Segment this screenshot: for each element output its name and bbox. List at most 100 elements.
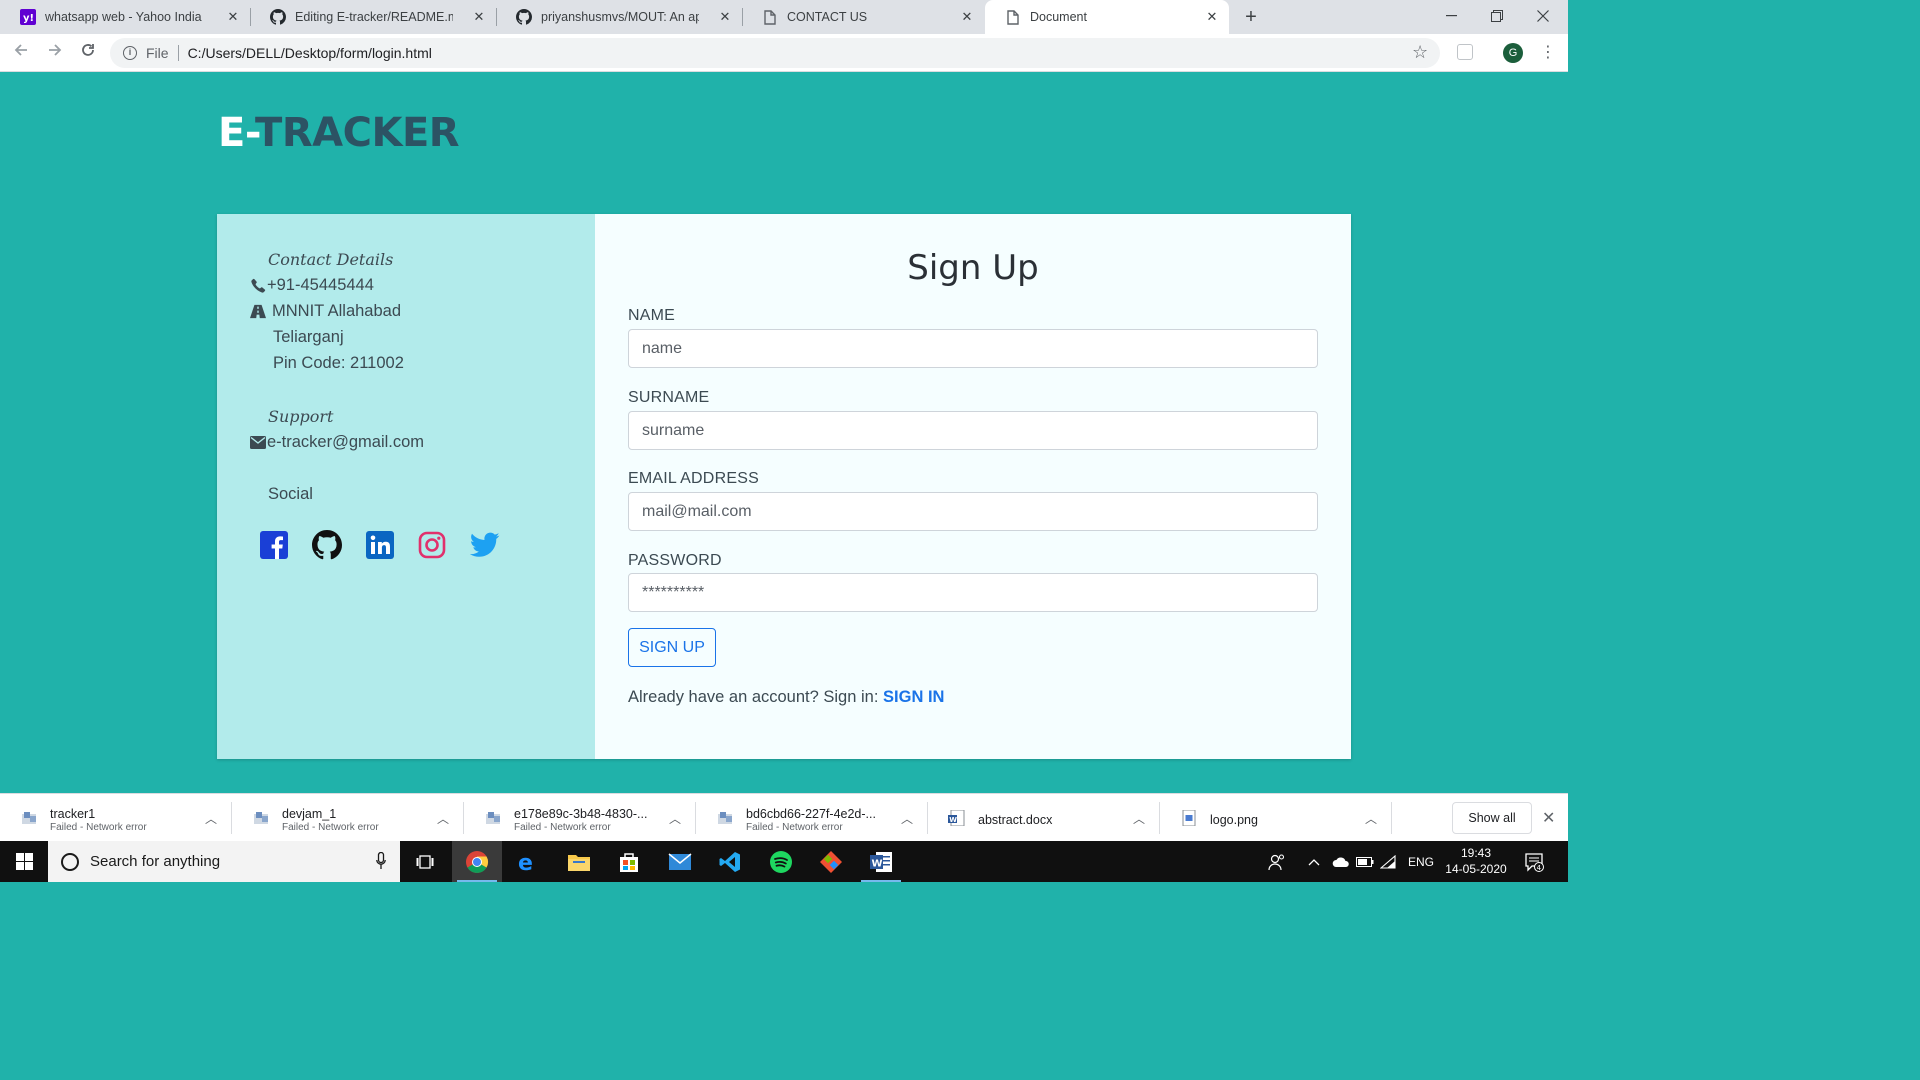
bookmark-star-icon[interactable]: ☆ xyxy=(1412,42,1428,63)
download-filename: devjam_1 xyxy=(282,807,337,821)
browser-menu-icon[interactable]: ⋮ xyxy=(1540,42,1556,62)
chevron-up-icon[interactable]: ︿ xyxy=(437,810,449,827)
file-explorer-taskbar-button[interactable] xyxy=(554,841,604,882)
support-email: e-tracker@gmail.com xyxy=(267,433,425,451)
download-filename: bd6cbd66-227f-4e2d-... xyxy=(746,807,876,821)
minimize-icon xyxy=(1445,15,1457,17)
signup-card: Contact Details +91-45445444 MNNIT Allah… xyxy=(217,214,1351,759)
onedrive-icon[interactable] xyxy=(1332,841,1350,882)
forward-button[interactable] xyxy=(44,42,66,64)
download-item[interactable]: tracker1 Failed - Network error ︿ xyxy=(0,794,232,842)
chevron-up-icon[interactable]: ︿ xyxy=(669,810,681,827)
vscode-taskbar-button[interactable] xyxy=(705,841,755,882)
download-item[interactable]: e178e89c-3b48-4830-... Failed - Network … xyxy=(464,794,696,842)
windows-logo-icon xyxy=(15,853,33,870)
download-status: Failed - Network error xyxy=(282,822,379,833)
show-hidden-icons-chevron-icon[interactable] xyxy=(1308,841,1320,882)
minimize-button[interactable] xyxy=(1428,0,1474,32)
people-icon[interactable] xyxy=(1268,841,1286,882)
close-tab-icon[interactable]: ✕ xyxy=(1205,10,1219,24)
wifi-icon[interactable] xyxy=(1380,841,1396,882)
tab-title: priyanshusmvs/MOUT: An app ba xyxy=(541,10,699,24)
info-icon[interactable]: i xyxy=(123,46,137,60)
download-item[interactable]: bd6cbd66-227f-4e2d-... Failed - Network … xyxy=(696,794,928,842)
chevron-up-icon[interactable]: ︿ xyxy=(901,810,913,827)
address-divider xyxy=(177,45,179,61)
extension-icon[interactable] xyxy=(1457,44,1473,60)
surname-input[interactable] xyxy=(628,411,1318,450)
show-all-downloads-button[interactable]: Show all xyxy=(1452,802,1532,834)
download-item[interactable]: devjam_1 Failed - Network error ︿ xyxy=(232,794,464,842)
back-button[interactable] xyxy=(10,42,32,64)
spotify-taskbar-button[interactable] xyxy=(756,841,806,882)
linkedin-icon[interactable] xyxy=(365,530,395,560)
edge-icon: e xyxy=(518,851,533,873)
tab-title: Editing E-tracker/README.md at xyxy=(295,10,453,24)
github-icon xyxy=(516,9,532,25)
action-center-button[interactable]: 4 xyxy=(1524,841,1544,882)
close-tab-icon[interactable]: ✕ xyxy=(226,10,240,24)
signin-prompt-text: Already have an account? Sign in: xyxy=(628,688,884,706)
phone-line: +91-45445444 xyxy=(250,276,374,295)
download-filename: e178e89c-3b48-4830-... xyxy=(514,807,648,821)
github-icon[interactable] xyxy=(312,530,342,560)
archive-file-icon xyxy=(486,812,500,824)
close-tab-icon[interactable]: ✕ xyxy=(960,10,974,24)
name-input[interactable] xyxy=(628,329,1318,368)
battery-icon[interactable] xyxy=(1356,841,1374,882)
clock-time: 19:43 xyxy=(1460,846,1492,860)
mail-taskbar-button[interactable] xyxy=(655,841,705,882)
close-window-button[interactable] xyxy=(1520,0,1566,32)
chevron-up-icon[interactable]: ︿ xyxy=(1365,810,1377,827)
chrome-taskbar-button[interactable] xyxy=(452,841,502,882)
folder-icon xyxy=(568,854,590,871)
profile-avatar[interactable]: G xyxy=(1503,43,1523,63)
microphone-icon[interactable] xyxy=(376,852,386,870)
edge-taskbar-button[interactable]: e xyxy=(503,841,553,882)
restore-button[interactable] xyxy=(1474,0,1520,32)
reload-button[interactable] xyxy=(77,42,99,64)
tab-github-mout[interactable]: priyanshusmvs/MOUT: An app ba ✕ xyxy=(496,0,742,34)
download-item[interactable]: logo.png ︿ xyxy=(1160,794,1392,842)
start-button[interactable] xyxy=(0,841,48,882)
tab-document[interactable]: Document ✕ xyxy=(985,0,1229,34)
store-icon xyxy=(620,852,638,872)
close-downloads-icon[interactable]: ✕ xyxy=(1542,808,1555,828)
close-tab-icon[interactable]: ✕ xyxy=(718,10,732,24)
tab-yahoo-search[interactable]: y! whatsapp web - Yahoo India Search ✕ xyxy=(0,0,250,34)
store-taskbar-button[interactable] xyxy=(604,841,654,882)
sign-in-link[interactable]: SIGN IN xyxy=(883,688,944,706)
task-view-button[interactable] xyxy=(400,841,450,882)
yahoo-icon: y! xyxy=(20,9,36,25)
download-status: Failed - Network error xyxy=(50,822,147,833)
sign-up-button[interactable]: SIGN UP xyxy=(628,628,716,667)
archive-file-icon xyxy=(22,812,36,824)
spotify-icon xyxy=(770,850,792,873)
language-indicator[interactable]: ENG xyxy=(1408,841,1434,882)
chevron-up-icon[interactable]: ︿ xyxy=(205,810,217,827)
tab-strip: y! whatsapp web - Yahoo India Search ✕ E… xyxy=(0,0,1568,34)
git-taskbar-button[interactable] xyxy=(806,841,856,882)
chevron-up-icon[interactable]: ︿ xyxy=(1133,810,1145,827)
instagram-icon[interactable] xyxy=(417,530,447,560)
tab-github-editing[interactable]: Editing E-tracker/README.md at ✕ xyxy=(250,0,496,34)
facebook-icon[interactable] xyxy=(259,530,289,560)
close-tab-icon[interactable]: ✕ xyxy=(472,10,486,24)
download-item[interactable]: W abstract.docx ︿ xyxy=(928,794,1160,842)
new-tab-button[interactable]: + xyxy=(1240,6,1262,28)
address-bar[interactable]: i File C:/Users/DELL/Desktop/form/login.… xyxy=(110,38,1440,68)
tab-contact-us[interactable]: CONTACT US ✕ xyxy=(742,0,984,34)
email-input[interactable] xyxy=(628,492,1318,531)
twitter-icon[interactable] xyxy=(470,530,500,560)
vscode-icon xyxy=(719,851,740,872)
restore-icon xyxy=(1491,10,1503,22)
downloads-bar: tracker1 Failed - Network error ︿ devjam… xyxy=(0,793,1568,841)
github-icon xyxy=(270,9,286,25)
system-clock[interactable]: 19:43 14-05-2020 xyxy=(1436,845,1516,877)
password-input[interactable] xyxy=(628,573,1318,612)
taskbar-search[interactable]: Search for anything xyxy=(48,841,400,882)
tab-title: CONTACT US xyxy=(787,10,868,24)
signin-prompt: Already have an account? Sign in: SIGN I… xyxy=(628,688,944,707)
signup-form: Sign Up NAME SURNAME EMAIL ADDRESS PASSW… xyxy=(595,214,1351,759)
word-taskbar-button[interactable]: W xyxy=(856,841,906,882)
